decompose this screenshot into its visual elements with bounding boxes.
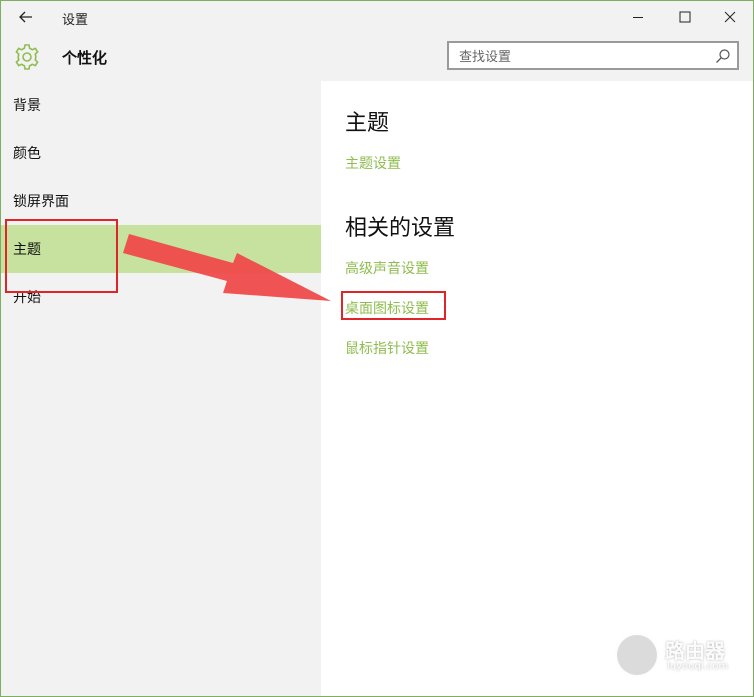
annotation-arrow-shape — [123, 234, 331, 301]
watermark-text: 路由器 — [665, 639, 725, 663]
settings-window: 设置 个性化 查找设置 背景 颜色 锁屏界面 主题 开始 主题 主题设置 相关的… — [0, 0, 754, 697]
router-icon — [615, 633, 659, 677]
watermark-logo: 路由器 luyouqi.com — [615, 633, 745, 683]
watermark-subtext: luyouqi.com — [667, 661, 729, 672]
annotation-arrow — [123, 234, 331, 301]
